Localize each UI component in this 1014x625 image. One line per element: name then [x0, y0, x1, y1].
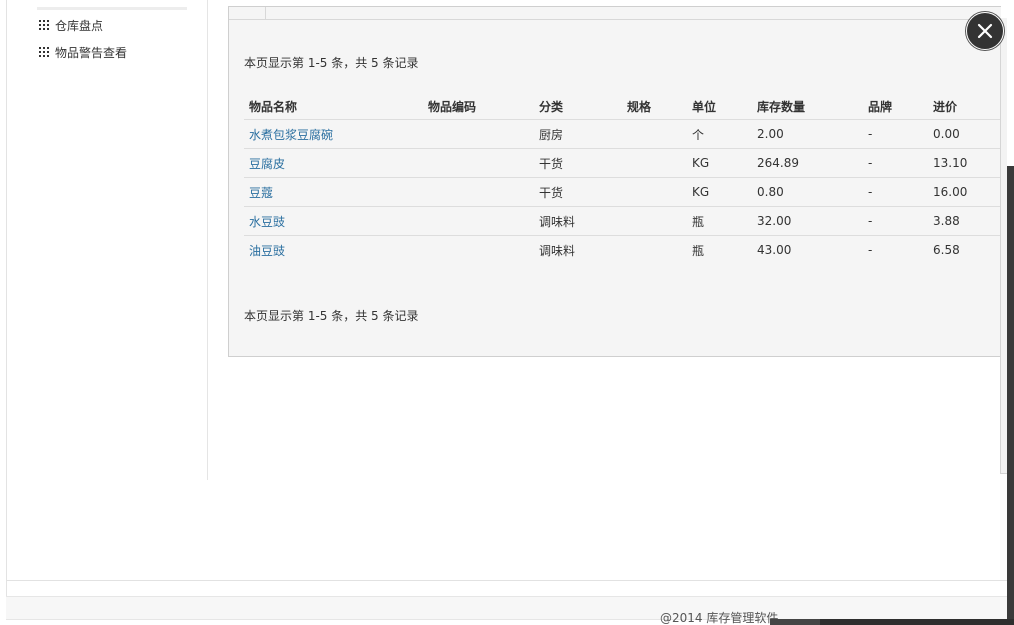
cell-stock: 264.89 [752, 148, 863, 178]
column-header-unit[interactable]: 单位 [687, 93, 752, 120]
cell-code [423, 177, 534, 207]
cell-code [423, 206, 534, 236]
cell-stock: 0.80 [752, 177, 863, 207]
footer-bar [6, 596, 1007, 620]
modal-header-tab [265, 7, 266, 19]
cell-category: 干货 [534, 148, 622, 178]
overlay-edge [1007, 166, 1014, 625]
item-name-link[interactable]: 水煮包浆豆腐碗 [249, 128, 333, 142]
grid-icon [39, 47, 49, 57]
cell-category: 厨房 [534, 119, 622, 149]
items-table: 物品名称 物品编码 分类 规格 单位 库存数量 品牌 进价 水煮包浆豆腐碗 厨房… [244, 93, 1001, 264]
pagination-summary-bottom: 本页显示第 1-5 条，共 5 条记录 [244, 309, 419, 323]
cell-unit: 个 [687, 119, 752, 149]
cell-price: 13.10 [928, 148, 1001, 178]
cell-brand: - [863, 206, 928, 236]
item-name-link[interactable]: 水豆豉 [249, 215, 285, 229]
item-name-link[interactable]: 油豆豉 [249, 244, 285, 258]
table-row: 水豆豉 调味料 瓶 32.00 - 3.88 [244, 206, 1001, 236]
cell-name: 豆腐皮 [244, 148, 423, 178]
item-list-modal: 本页显示第 1-5 条，共 5 条记录 物品名称 物品编码 分类 规格 单位 库… [228, 6, 1001, 357]
cell-price: 3.88 [928, 206, 1001, 236]
sidebar-divider [37, 7, 187, 10]
cell-name: 水煮包浆豆腐碗 [244, 119, 423, 149]
cell-brand: - [863, 177, 928, 207]
table-header-row: 物品名称 物品编码 分类 规格 单位 库存数量 品牌 进价 [244, 93, 1001, 120]
sidebar-item-label: 物品警告查看 [55, 45, 128, 60]
grid-icon [39, 20, 49, 30]
cell-code [423, 236, 534, 265]
cell-brand: - [863, 148, 928, 178]
footer-divider [6, 580, 1007, 581]
sidebar: 仓库盘点 物品警告查看 [7, 0, 208, 480]
item-name-link[interactable]: 豆蔻 [249, 186, 273, 200]
column-header-spec[interactable]: 规格 [622, 93, 687, 120]
cell-category: 调味料 [534, 206, 622, 236]
cell-name: 豆蔻 [244, 177, 423, 207]
column-header-name[interactable]: 物品名称 [244, 93, 423, 120]
cell-price: 6.58 [933, 243, 960, 257]
cell-spec [622, 236, 687, 265]
page: 仓库盘点 物品警告查看 本页显示第 1-5 条，共 5 条记录 物品名称 物品编… [0, 0, 1014, 625]
pagination-summary-top: 本页显示第 1-5 条，共 5 条记录 [244, 56, 419, 70]
column-header-category[interactable]: 分类 [534, 93, 622, 120]
sidebar-item-label: 仓库盘点 [55, 18, 104, 33]
cell-unit: KG [687, 148, 752, 178]
cell-price: 16.00 [928, 177, 1001, 207]
cell-unit: 瓶 [687, 206, 752, 236]
footer-copyright: @2014 库存管理软件 [660, 611, 779, 625]
taskbar-strip-segment [770, 619, 820, 625]
column-header-stock[interactable]: 库存数量 [752, 93, 863, 120]
cell-stock: 32.00 [752, 206, 863, 236]
cell-name: 水豆豉 [244, 206, 423, 236]
cell-spec [622, 206, 687, 236]
cell-brand: - [868, 243, 873, 257]
column-header-price[interactable]: 进价 [928, 93, 1001, 120]
table-row: 水煮包浆豆腐碗 厨房 个 2.00 - 0.00 [244, 119, 1001, 149]
cell-spec [622, 177, 687, 207]
cell-stock: 43.00 [757, 243, 792, 257]
cell-unit: KG [687, 177, 752, 207]
item-name-link[interactable]: 豆腐皮 [249, 157, 285, 171]
cell-spec [622, 119, 687, 149]
sidebar-item-item-warnings[interactable]: 物品警告查看 [39, 43, 127, 61]
cell-spec [622, 148, 687, 178]
column-header-brand[interactable]: 品牌 [863, 93, 928, 120]
cell-code [423, 148, 534, 178]
cell-name: 油豆豉 [244, 236, 423, 265]
sidebar-item-warehouse-inventory[interactable]: 仓库盘点 [39, 16, 103, 34]
column-header-code[interactable]: 物品编码 [423, 93, 534, 120]
close-icon [977, 23, 993, 39]
cell-stock: 2.00 [752, 119, 863, 149]
modal-scrollbar[interactable] [1000, 18, 1007, 474]
table-row: 豆蔻 干货 KG 0.80 - 16.00 [244, 177, 1001, 207]
table-row: 豆腐皮 干货 KG 264.89 - 13.10 [244, 148, 1001, 178]
cell-brand: - [863, 119, 928, 149]
close-button[interactable] [966, 12, 1004, 50]
cell-category: 调味料 [539, 243, 576, 258]
cell-category: 干货 [534, 177, 622, 207]
cell-unit: 瓶 [692, 243, 705, 258]
modal-header [229, 7, 1001, 20]
cell-price: 0.00 [928, 119, 1001, 149]
table-row: 油豆豉 调味料 瓶 43.00 - 6.58 [244, 236, 1001, 265]
cell-code [423, 119, 534, 149]
